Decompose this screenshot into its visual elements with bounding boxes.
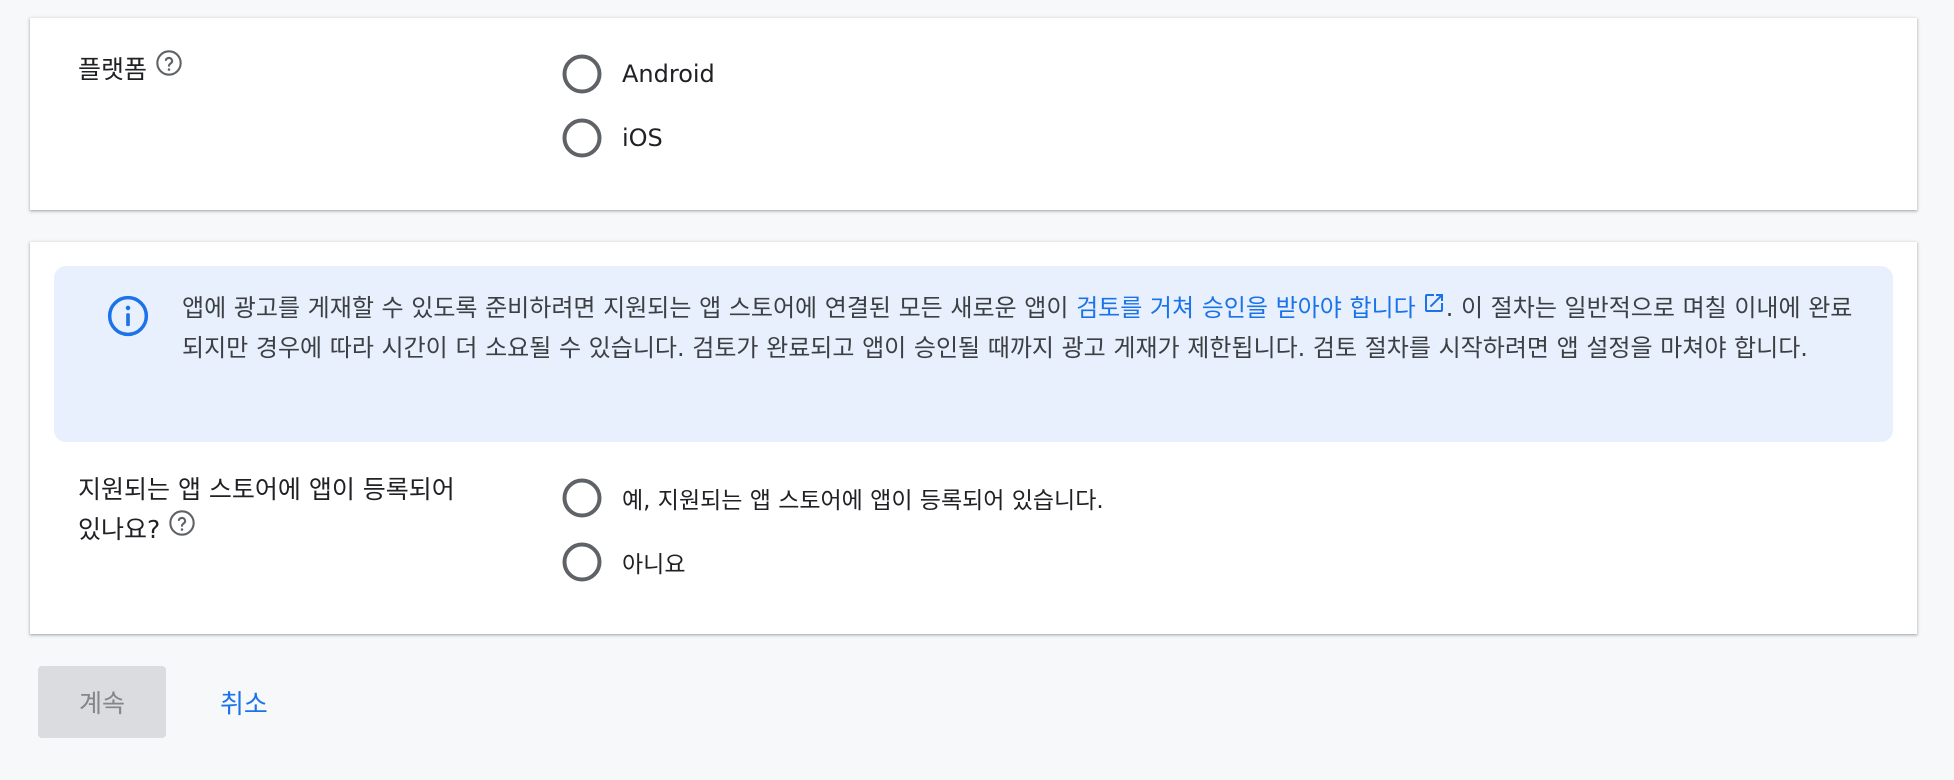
store-field-label: 지원되는 앱 스토어에 앱이 등록되어 있나요? — [78, 470, 455, 550]
radio-label-no: 아니요 — [622, 552, 686, 578]
continue-button[interactable]: 계속 — [38, 666, 166, 738]
cancel-button[interactable]: 취소 — [220, 678, 268, 726]
platform-option-ios[interactable]: iOS — [562, 116, 663, 160]
radio-button-yes[interactable] — [562, 478, 602, 518]
review-approval-link-text: 검토를 거쳐 승인을 받아야 합니다 — [1076, 294, 1416, 322]
review-notice-banner: 앱에 광고를 게재할 수 있도록 준비하려면 지원되는 앱 스토어에 연결된 모… — [54, 266, 1893, 442]
store-option-no[interactable]: 아니요 — [562, 540, 685, 584]
review-notice-text: 앱에 광고를 게재할 수 있도록 준비하려면 지원되는 앱 스토어에 연결된 모… — [182, 288, 1872, 368]
help-icon[interactable] — [168, 509, 196, 549]
app-store-card: 앱에 광고를 게재할 수 있도록 준비하려면 지원되는 앱 스토어에 연결된 모… — [30, 242, 1917, 634]
radio-button-ios[interactable] — [562, 118, 602, 158]
store-option-yes[interactable]: 예, 지원되는 앱 스토어에 앱이 등록되어 있습니다. — [562, 476, 1104, 520]
radio-button-android[interactable] — [562, 54, 602, 94]
platform-card: 플랫폼 Android iOS — [30, 18, 1917, 210]
radio-button-no[interactable] — [562, 542, 602, 582]
external-link-icon — [1422, 287, 1446, 327]
radio-label-ios: iOS — [622, 124, 663, 152]
store-label-line2: 있나요? — [78, 515, 161, 544]
platform-field-label: 플랫폼 — [78, 50, 183, 90]
notice-text-before: 앱에 광고를 게재할 수 있도록 준비하려면 지원되는 앱 스토어에 연결된 모… — [182, 294, 1077, 322]
review-approval-link[interactable]: 검토를 거쳐 승인을 받아야 합니다 — [1076, 294, 1446, 322]
store-label-line1: 지원되는 앱 스토어에 앱이 등록되어 — [78, 475, 455, 504]
help-icon[interactable] — [155, 49, 183, 89]
info-icon — [106, 294, 150, 342]
platform-option-android[interactable]: Android — [562, 52, 715, 96]
store-label-line2-wrap: 있나요? — [78, 510, 455, 550]
radio-label-android: Android — [622, 60, 715, 88]
radio-label-yes: 예, 지원되는 앱 스토어에 앱이 등록되어 있습니다. — [622, 488, 1104, 514]
platform-label: 플랫폼 — [78, 55, 148, 84]
